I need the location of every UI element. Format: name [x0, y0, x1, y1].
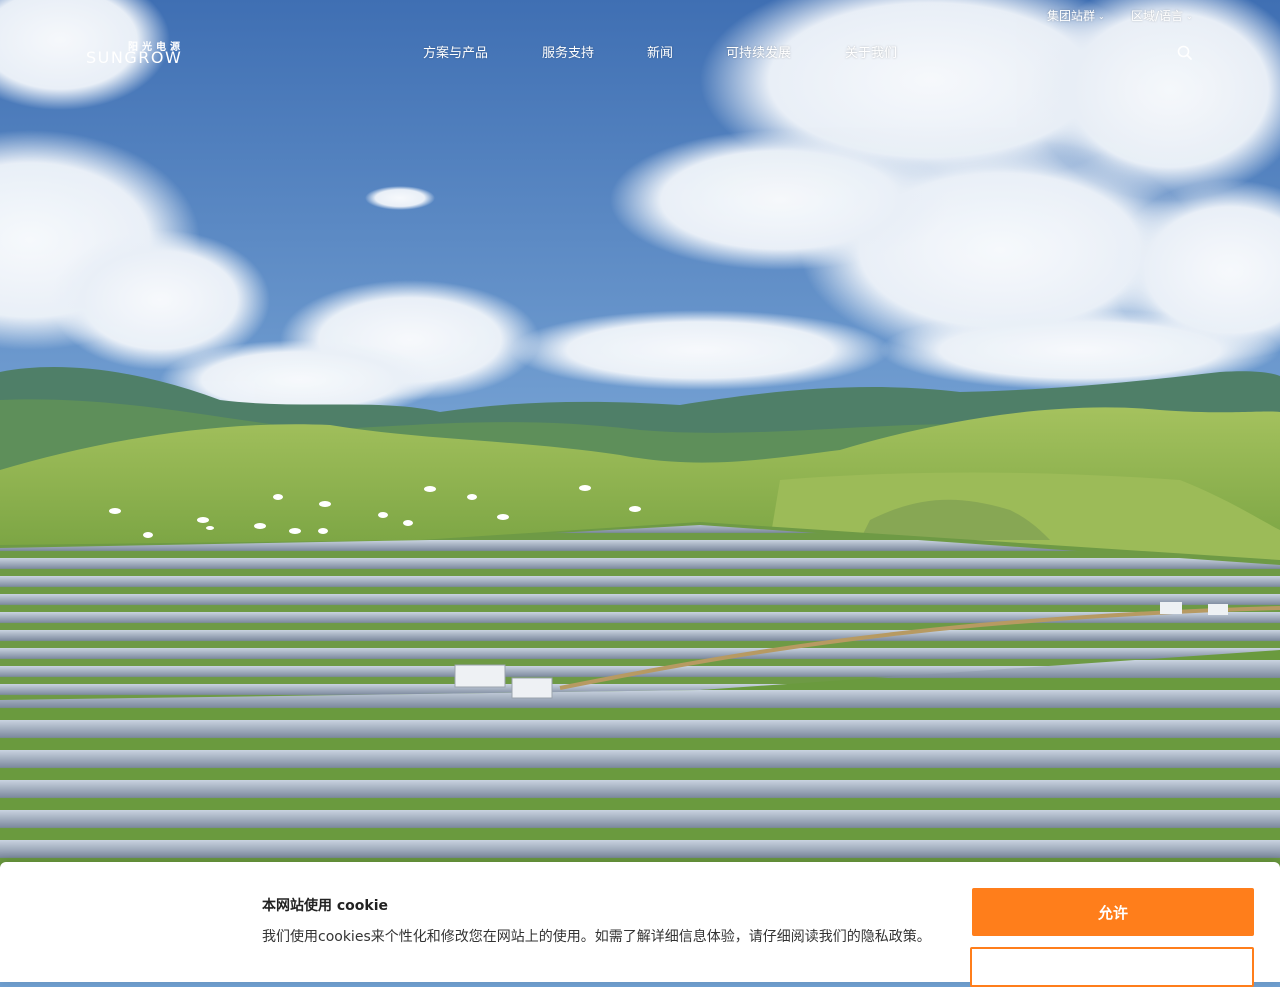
nav-item-news[interactable]: 新闻: [647, 42, 673, 61]
nav-item-support[interactable]: 服务支持: [542, 42, 594, 61]
group-sites-dropdown[interactable]: 集团站群 ⌄: [1047, 7, 1105, 24]
group-sites-label: 集团站群: [1047, 9, 1096, 23]
hero-image: [0, 0, 1280, 960]
nav-item-about[interactable]: 关于我们: [845, 42, 897, 61]
site-header: 阳光电源 SUNGROW 集团站群 ⌄ 区域/语言 ⌄ 方案与产品 服务支持 新闻 …: [0, 0, 1280, 100]
nav-item-sustainability[interactable]: 可持续发展: [726, 42, 791, 61]
main-nav: 方案与产品 服务支持 新闻 可持续发展 关于我们: [0, 42, 1280, 62]
allow-cookies-button[interactable]: 允许: [972, 888, 1254, 936]
region-language-label: 区域/语言: [1131, 9, 1184, 23]
hero-banner: [0, 0, 1280, 960]
chevron-down-icon: ⌄: [1186, 12, 1193, 21]
nav-item-solutions[interactable]: 方案与产品: [423, 42, 488, 61]
cookie-title: 本网站使用 cookie: [262, 898, 389, 914]
search-icon[interactable]: [1176, 44, 1194, 62]
cookie-settings-button[interactable]: [970, 947, 1254, 987]
region-language-dropdown[interactable]: 区域/语言 ⌄: [1131, 7, 1193, 24]
cookie-banner: 本网站使用 cookie 我们使用cookies来个性化和修改您在网站上的使用。…: [0, 862, 1280, 987]
chevron-down-icon: ⌄: [1098, 12, 1105, 21]
cookie-description: 我们使用cookies来个性化和修改您在网站上的使用。如需了解详细信息体验，请仔…: [262, 929, 931, 945]
